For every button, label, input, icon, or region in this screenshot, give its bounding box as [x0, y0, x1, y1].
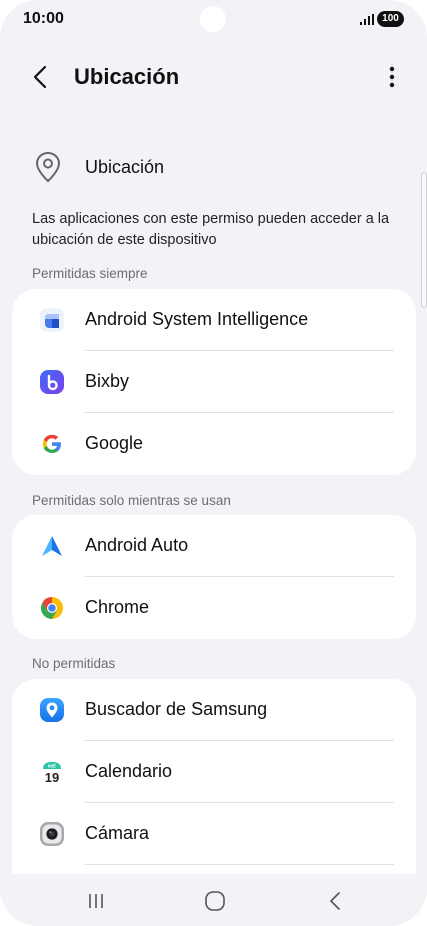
row-divider [85, 864, 394, 865]
app-name: Android System Intelligence [85, 309, 309, 329]
android-system-intelligence-icon [40, 308, 64, 332]
signal-icon [360, 14, 374, 25]
samsung-find-icon [40, 698, 64, 722]
status-bar: 10:00 100 [0, 0, 427, 40]
list-item-android-system-intelligence[interactable]: Android System Intelligence [12, 289, 416, 351]
list-item-google[interactable]: Google [12, 413, 416, 475]
app-name: Buscador de Samsung [85, 699, 268, 719]
list-item-bixby[interactable]: Bixby [12, 351, 416, 413]
camera-cutout [200, 6, 226, 32]
status-time: 10:00 [23, 10, 64, 27]
android-auto-icon [42, 536, 62, 556]
more-options-icon[interactable] [382, 64, 402, 90]
card-allowed-while-in-use: Android Auto Chrome [12, 515, 416, 639]
app-name: Cámara [85, 823, 150, 843]
app-name: Chrome [85, 597, 150, 617]
section-header-not-allowed: No permitidas [32, 656, 116, 671]
app-name: Calendario [85, 761, 173, 781]
list-item-android-auto[interactable]: Android Auto [12, 515, 416, 577]
phone-screen: 10:00 100 Ubicación Ubicación Las aplica… [0, 0, 427, 926]
google-icon [42, 434, 61, 453]
battery-level: 100 [382, 13, 399, 24]
bixby-icon [40, 370, 64, 394]
card-allowed-always: Android System Intelligence Bixby Google [12, 289, 416, 475]
list-item-buscador-de-samsung[interactable]: Buscador de Samsung [12, 679, 416, 741]
location-master-label[interactable]: Ubicación [85, 157, 164, 178]
calendar-day-number: 19 [45, 770, 59, 785]
app-name: Bixby [85, 371, 130, 391]
scrollbar[interactable] [421, 172, 427, 308]
chrome-icon [41, 597, 63, 619]
navigation-bar [0, 874, 427, 926]
recent-apps-icon[interactable] [83, 888, 109, 914]
calendar-day-label: MIÉ [48, 762, 56, 769]
section-header-while-in-use: Permitidas solo mientras se usan [32, 493, 231, 508]
permission-description: Las aplicaciones con este permiso pueden… [32, 211, 390, 248]
list-item-camara[interactable]: Cámara [12, 803, 416, 865]
back-arrow-icon[interactable] [28, 64, 54, 90]
section-header-always: Permitidas siempre [32, 266, 148, 281]
location-pin-icon [35, 151, 61, 183]
home-icon[interactable] [202, 888, 228, 914]
calendar-icon: MIÉ 19 [43, 762, 61, 785]
page-title: Ubicación [74, 64, 180, 89]
battery-icon: 100 [377, 11, 404, 27]
app-name: Google [85, 433, 144, 453]
camera-icon [40, 822, 64, 846]
back-nav-icon[interactable] [322, 888, 348, 914]
list-item-calendario[interactable]: MIÉ 19 Calendario [12, 741, 416, 803]
list-item-chrome[interactable]: Chrome [12, 577, 416, 639]
app-name: Android Auto [85, 535, 189, 555]
